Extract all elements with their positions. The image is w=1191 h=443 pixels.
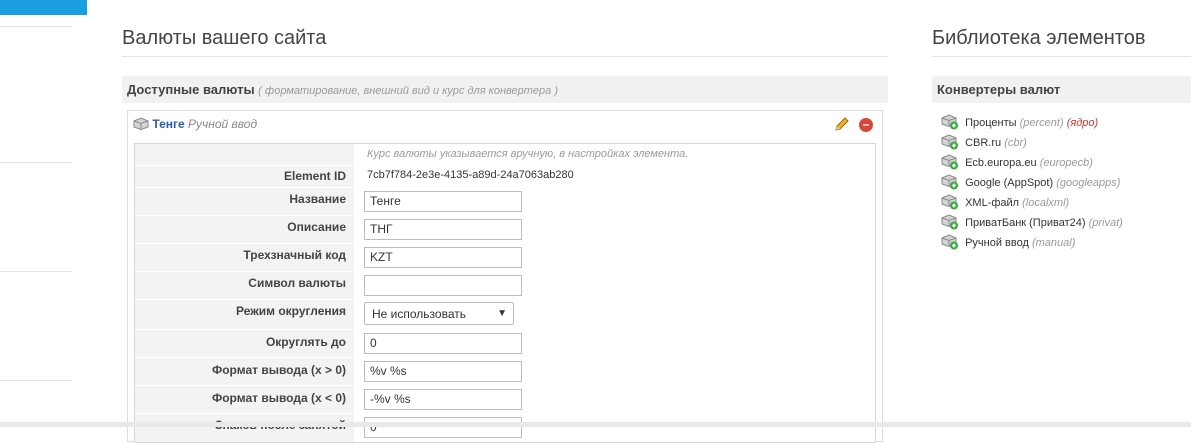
section-header: Доступные валюты ( форматирование, внешн… bbox=[122, 76, 888, 103]
converter-item[interactable]: Проценты (percent) (ядро) bbox=[941, 114, 1123, 134]
row-divider bbox=[135, 243, 354, 244]
title-divider bbox=[122, 56, 888, 57]
row-divider bbox=[135, 357, 354, 358]
row-divider bbox=[135, 187, 354, 188]
converter-name: Проценты bbox=[965, 117, 1017, 129]
sidebar-divider bbox=[0, 26, 72, 27]
converter-list: Проценты (percent) (ядро) CBR.ru (cbr) E… bbox=[941, 114, 1123, 254]
currency-form: Курс валюты указывается вручную, в настр… bbox=[134, 143, 876, 443]
decimals-input[interactable]: 0 bbox=[364, 417, 522, 438]
symbol-input[interactable] bbox=[364, 275, 522, 296]
row-divider bbox=[135, 385, 354, 386]
library-section-title: Конвертеры валют bbox=[937, 82, 1061, 97]
add-icon bbox=[941, 194, 959, 210]
pencil-icon[interactable] bbox=[833, 117, 849, 138]
currency-type: Ручной ввод bbox=[188, 117, 258, 131]
description-label: Описание bbox=[287, 220, 346, 234]
converter-code: (manual) bbox=[1031, 237, 1076, 249]
library-section-header: Конвертеры валют bbox=[932, 76, 1191, 103]
page-title: Валюты вашего сайта bbox=[122, 27, 327, 49]
symbol-label: Символ валюты bbox=[248, 276, 346, 290]
converter-code: (percent) bbox=[1019, 117, 1064, 129]
row-divider bbox=[135, 329, 354, 330]
converter-name: CBR.ru bbox=[965, 137, 1002, 149]
currency-panel: Тенге Ручной ввод – Курс валюты указывае… bbox=[127, 110, 883, 443]
format-positive-label: Формат вывода (x > 0) bbox=[211, 363, 346, 377]
add-icon bbox=[941, 154, 959, 170]
rounding-mode-value: Не использовать bbox=[372, 307, 466, 321]
element-id-label: Element ID bbox=[283, 169, 346, 183]
rounding-mode-label: Режим округления bbox=[236, 304, 346, 318]
row-divider bbox=[135, 215, 354, 216]
add-icon bbox=[941, 114, 959, 130]
core-badge: (ядро) bbox=[1066, 117, 1099, 129]
rate-hint: Курс валюты указывается вручную, в настр… bbox=[367, 148, 689, 160]
format-negative-input[interactable]: -%v %s bbox=[364, 389, 522, 410]
sidebar-divider bbox=[0, 162, 72, 163]
library-title: Библиотека элементов bbox=[932, 27, 1146, 49]
sidebar-button[interactable] bbox=[0, 0, 87, 15]
library-divider bbox=[932, 56, 1191, 57]
converter-item[interactable]: ПриватБанк (Приват24) (privat) bbox=[941, 214, 1123, 234]
converter-item[interactable]: CBR.ru (cbr) bbox=[941, 134, 1123, 154]
row-divider bbox=[135, 413, 354, 414]
converter-code: (googleapps) bbox=[1056, 177, 1121, 189]
converter-code: (privat) bbox=[1088, 217, 1123, 229]
converter-item[interactable]: Ручной ввод (manual) bbox=[941, 234, 1123, 254]
converter-name: XML-файл bbox=[965, 197, 1020, 209]
converter-code: (localxml) bbox=[1022, 197, 1070, 209]
currency-header[interactable]: Тенге Ручной ввод bbox=[133, 117, 257, 133]
converter-name: Ручной ввод bbox=[965, 237, 1029, 249]
round-to-label: Округлять до bbox=[265, 335, 346, 349]
rounding-mode-select[interactable]: Не использовать ▼ bbox=[364, 302, 514, 325]
converter-item[interactable]: Ecb.europa.eu (europecb) bbox=[941, 154, 1123, 174]
sidebar-divider bbox=[0, 380, 72, 381]
description-input[interactable]: ТНГ bbox=[364, 219, 522, 240]
round-to-input[interactable]: 0 bbox=[364, 333, 522, 354]
format-negative-label: Формат вывода (x < 0) bbox=[211, 391, 346, 405]
element-id-value: 7cb7f784-2e3e-4135-a89d-24a7063ab280 bbox=[367, 169, 574, 181]
row-divider bbox=[135, 299, 354, 300]
add-icon bbox=[941, 234, 959, 250]
converter-code: (europecb) bbox=[1039, 157, 1093, 169]
horizontal-scrollbar[interactable] bbox=[0, 422, 1191, 427]
converter-item[interactable]: Google (AppSpot) (googleapps) bbox=[941, 174, 1123, 194]
box-icon bbox=[133, 117, 149, 133]
chevron-down-icon: ▼ bbox=[497, 308, 507, 319]
format-positive-input[interactable]: %v %s bbox=[364, 361, 522, 382]
converter-name: ПриватБанк (Приват24) bbox=[965, 217, 1086, 229]
converter-name: Google (AppSpot) bbox=[965, 177, 1054, 189]
converter-name: Ecb.europa.eu bbox=[965, 157, 1037, 169]
converter-code: (cbr) bbox=[1004, 137, 1027, 149]
row-divider bbox=[135, 271, 354, 272]
section-subtitle: ( форматирование, внешний вид и курс для… bbox=[258, 85, 558, 97]
currency-name[interactable]: Тенге bbox=[152, 117, 184, 131]
name-input[interactable]: Тенге bbox=[364, 191, 522, 212]
add-icon bbox=[941, 174, 959, 190]
converter-item[interactable]: XML-файл (localxml) bbox=[941, 194, 1123, 214]
delete-icon[interactable]: – bbox=[859, 118, 873, 132]
code-label: Трехзначный код bbox=[243, 248, 346, 262]
name-label: Название bbox=[289, 192, 346, 206]
add-icon bbox=[941, 214, 959, 230]
row-divider bbox=[135, 165, 354, 166]
sidebar-divider bbox=[0, 271, 72, 272]
add-icon bbox=[941, 134, 959, 150]
section-title: Доступные валюты bbox=[127, 82, 255, 97]
code-input[interactable]: KZT bbox=[364, 247, 522, 268]
